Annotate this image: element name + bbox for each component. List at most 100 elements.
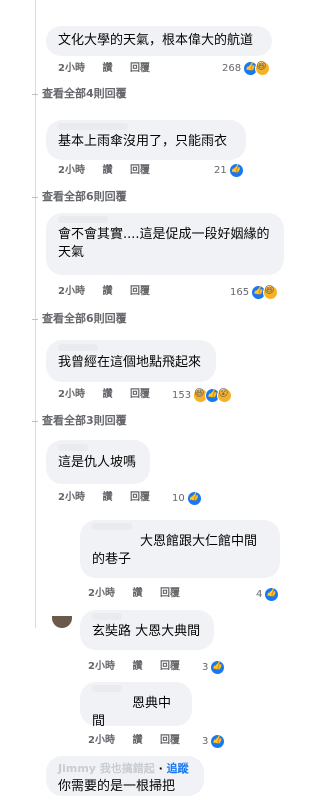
comment-bubble: 會不會其實....這是促成一段好姻緣的天氣 [46, 213, 284, 275]
comment: 會不會其實....這是促成一段好姻緣的天氣 [46, 213, 284, 275]
reply-actions: 2小時 讚 回覆 [88, 660, 194, 674]
reply-actions: 2小時 讚 回覆 [88, 587, 194, 601]
reaction-count: 165 [230, 286, 250, 298]
author-name[interactable] [58, 344, 98, 351]
timestamp[interactable]: 2小時 [58, 492, 85, 503]
comment-text: 基本上雨傘沒用了，只能雨衣 [58, 134, 228, 149]
reply-text: 玄奘路 大恩大典間 [92, 624, 201, 639]
reply-actions: 2小時 讚 回覆 [88, 734, 194, 748]
reply: 大恩館跟大仁館中間的巷子 [80, 520, 280, 578]
thread-line [35, 108, 36, 628]
like-icon [210, 733, 226, 749]
comment-bubble: 文化大學的天氣，根本偉大的航道 [46, 26, 272, 56]
comment-actions: 2小時 讚 回覆 [58, 285, 164, 299]
reply-bubble: 玄奘路 大恩大典間 [80, 610, 214, 650]
reaction-summary[interactable]: 21 [214, 162, 244, 178]
reply-button[interactable]: 回覆 [130, 389, 150, 400]
haha-icon [255, 60, 271, 76]
comment-bubble: 這是仇人坡嗎 [46, 440, 150, 484]
reaction-summary[interactable]: 3 [202, 733, 226, 749]
reaction-summary[interactable]: 268 [222, 60, 271, 76]
like-icon [210, 659, 226, 675]
comment: 基本上雨傘沒用了，只能雨衣 [46, 120, 246, 160]
timestamp[interactable]: 2小時 [88, 735, 115, 746]
reply: 恩典中間 [80, 682, 192, 729]
author-name[interactable] [58, 444, 88, 451]
reply-button[interactable]: 回覆 [130, 286, 150, 297]
reaction-summary[interactable]: 3 [202, 659, 226, 675]
like-button[interactable]: 讚 [102, 389, 112, 400]
reply-text: 恩典中間 [92, 696, 172, 729]
like-icon [228, 162, 244, 178]
comment-bubble: 基本上雨傘沒用了，只能雨衣 [46, 120, 246, 160]
like-icon [186, 490, 202, 506]
like-icon [264, 586, 280, 602]
like-button[interactable]: 讚 [102, 286, 112, 297]
like-button[interactable]: 讚 [132, 661, 142, 672]
thread-corner [32, 196, 38, 198]
author-name[interactable] [92, 613, 122, 620]
reaction-summary[interactable]: 10 [172, 490, 202, 506]
comment-actions: 2小時 讚 回覆 [58, 491, 164, 505]
separator-dot: · [154, 762, 167, 775]
comment-text: 會不會其實....這是促成一段好姻緣的天氣 [58, 227, 270, 260]
reaction-count: 268 [222, 62, 242, 74]
comment-text: 這是仇人坡嗎 [58, 455, 137, 470]
like-button[interactable]: 讚 [132, 588, 142, 599]
reply-bubble: Jimmy 我也搞錯起 · 追蹤 你需要的是一根掃把 [46, 756, 204, 796]
author-name[interactable] [58, 216, 108, 223]
view-replies-link[interactable]: 查看全部4則回覆 [32, 85, 127, 101]
reaction-count: 4 [256, 588, 263, 600]
reaction-count: 153 [172, 389, 192, 401]
comment-text: 我曾經在這個地點飛起來 [58, 355, 202, 370]
reaction-count: 3 [202, 661, 209, 673]
reply-button[interactable]: 回覆 [130, 165, 150, 176]
author-name[interactable] [92, 523, 132, 530]
view-replies-label: 查看全部4則回覆 [42, 87, 127, 100]
thread-corner [32, 420, 38, 422]
follow-button[interactable]: 追蹤 [167, 762, 189, 775]
reply-text: 大恩館跟大仁館中間的巷子 [92, 534, 258, 567]
reaction-count: 10 [172, 492, 185, 504]
haha-icon [263, 284, 279, 300]
thread-corner [32, 318, 38, 320]
reply-text: 你需要的是一根掃把 [58, 779, 176, 794]
thread-corner [32, 93, 38, 95]
timestamp[interactable]: 2小時 [58, 165, 85, 176]
wow-icon [217, 387, 233, 403]
reply-bubble: 恩典中間 [80, 682, 192, 729]
reply: Jimmy 我也搞錯起 · 追蹤 你需要的是一根掃把 [46, 756, 204, 796]
view-replies-link[interactable]: 查看全部6則回覆 [32, 188, 127, 204]
reply-button[interactable]: 回覆 [130, 492, 150, 503]
author-name[interactable] [58, 123, 128, 130]
like-button[interactable]: 讚 [102, 63, 112, 74]
comment: 文化大學的天氣，根本偉大的航道 [46, 26, 272, 56]
view-replies-link[interactable]: 查看全部6則回覆 [32, 310, 127, 326]
avatar[interactable] [52, 616, 72, 628]
author-name[interactable] [92, 685, 122, 692]
timestamp[interactable]: 2小時 [88, 661, 115, 672]
reaction-summary[interactable]: 153 [172, 387, 233, 403]
comment-bubble: 我曾經在這個地點飛起來 [46, 340, 216, 382]
view-replies-label: 查看全部6則回覆 [42, 190, 127, 203]
comment: 這是仇人坡嗎 [46, 440, 150, 484]
reply: 玄奘路 大恩大典間 [80, 610, 214, 650]
reaction-summary[interactable]: 4 [256, 586, 280, 602]
view-replies-label: 查看全部3則回覆 [42, 414, 127, 427]
view-replies-label: 查看全部6則回覆 [42, 312, 127, 325]
timestamp[interactable]: 2小時 [58, 63, 85, 74]
reply-button[interactable]: 回覆 [160, 661, 180, 672]
timestamp[interactable]: 2小時 [58, 286, 85, 297]
reply-button[interactable]: 回覆 [160, 588, 180, 599]
like-button[interactable]: 讚 [132, 735, 142, 746]
reaction-summary[interactable]: 165 [230, 284, 279, 300]
reply-button[interactable]: 回覆 [160, 735, 180, 746]
like-button[interactable]: 讚 [102, 492, 112, 503]
author-name[interactable]: Jimmy 我也搞錯起 [58, 762, 155, 775]
timestamp[interactable]: 2小時 [88, 588, 115, 599]
like-button[interactable]: 讚 [102, 165, 112, 176]
reply-button[interactable]: 回覆 [130, 63, 150, 74]
reaction-count: 3 [202, 735, 209, 747]
view-replies-link[interactable]: 查看全部3則回覆 [32, 412, 127, 428]
timestamp[interactable]: 2小時 [58, 389, 85, 400]
